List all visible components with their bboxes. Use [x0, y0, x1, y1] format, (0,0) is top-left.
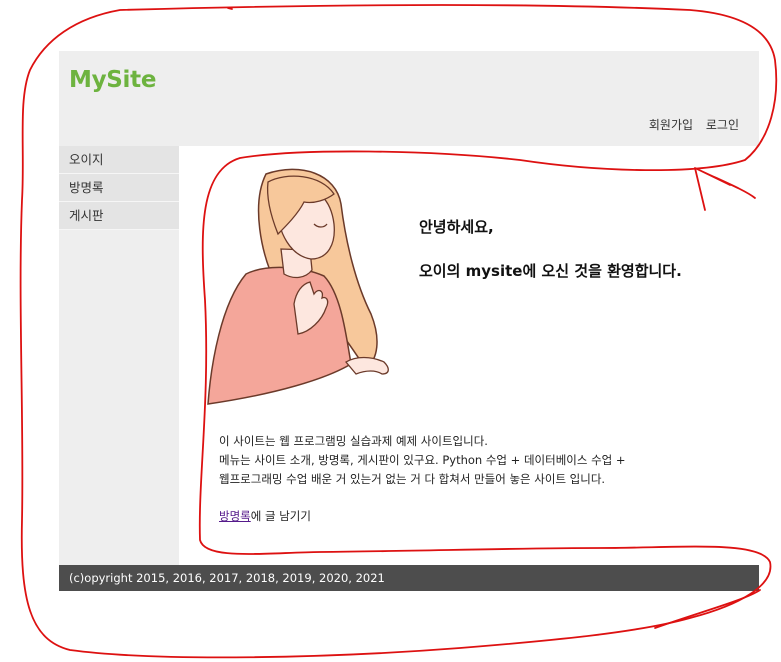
- guestbook-cta: 방명록에 글 남기기: [219, 508, 311, 524]
- intro-text: 이 사이트는 웹 프로그램밍 실습과제 예제 사이트입니다. 메뉴는 사이트 소…: [219, 432, 739, 489]
- main-content: 안녕하세요, 오이의 mysite에 오신 것을 환영합니다. 이 사이트는 웹…: [179, 146, 759, 565]
- guestbook-link[interactable]: 방명록: [219, 509, 251, 523]
- sidebar-item-board[interactable]: 게시판: [59, 202, 179, 230]
- sidebar-item-intro[interactable]: 오이지: [59, 146, 179, 174]
- intro-line-1: 이 사이트는 웹 프로그램밍 실습과제 예제 사이트입니다.: [219, 434, 488, 448]
- site-frame: MySite 회원가입 로그인 오이지 방명록 게시판 안녕하세요, 오이의 m…: [59, 51, 759, 591]
- intro-line-2: 메뉴는 사이트 소개, 방명록, 게시판이 있구요. Python 수업 + 데…: [219, 453, 626, 467]
- woman-illustration: [207, 168, 389, 405]
- welcome-line-2: 오이의 mysite에 오신 것을 환영합니다.: [419, 262, 682, 280]
- top-nav: 회원가입 로그인: [640, 116, 739, 133]
- welcome-heading: 안녕하세요, 오이의 mysite에 오신 것을 환영합니다.: [419, 216, 724, 282]
- copyright-text: (c)opyright 2015, 2016, 2017, 2018, 2019…: [69, 571, 385, 585]
- sidebar-nav: 오이지 방명록 게시판: [59, 146, 179, 565]
- site-logo[interactable]: MySite: [69, 67, 156, 93]
- join-link[interactable]: 회원가입: [649, 118, 693, 132]
- sidebar-item-guestbook[interactable]: 방명록: [59, 174, 179, 202]
- welcome-line-1: 안녕하세요,: [419, 218, 494, 236]
- guestbook-suffix: 에 글 남기기: [250, 509, 311, 523]
- intro-line-3: 웹프로그래밍 수업 배운 거 있는거 없는 거 다 합쳐서 만들어 놓은 사이트…: [219, 472, 606, 486]
- site-header: MySite 회원가입 로그인: [59, 51, 759, 146]
- login-link[interactable]: 로그인: [706, 118, 739, 132]
- site-footer: (c)opyright 2015, 2016, 2017, 2018, 2019…: [59, 565, 759, 591]
